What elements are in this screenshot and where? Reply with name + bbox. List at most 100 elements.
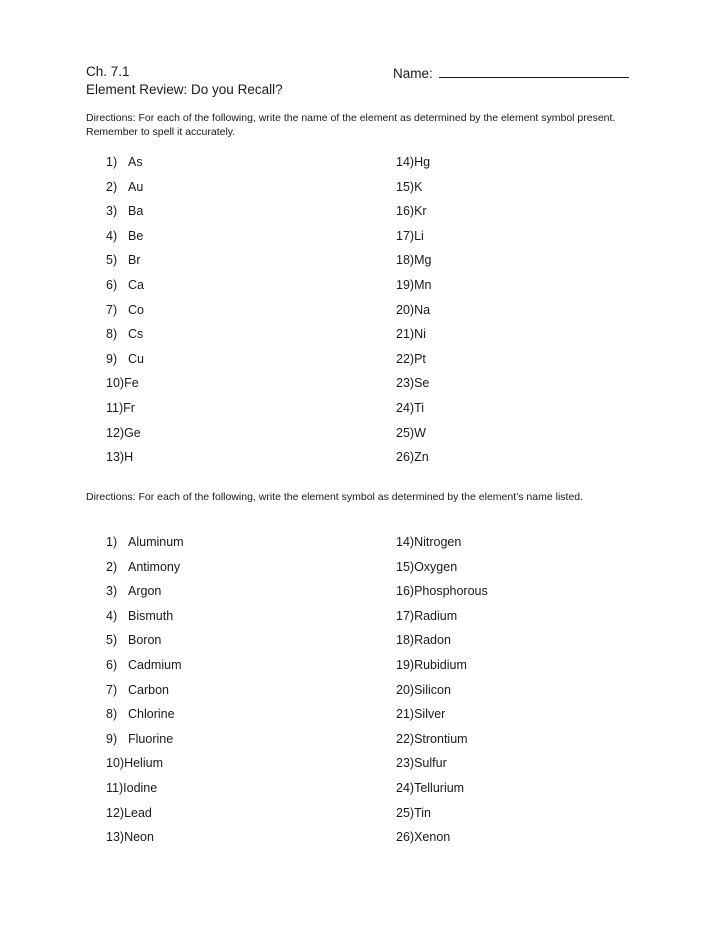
item-number: 2)	[106, 179, 118, 194]
item-text: Ti	[414, 401, 425, 415]
item-text: Helium	[124, 756, 163, 771]
item-number: 18)	[396, 253, 415, 268]
list-item: 25)Tin	[396, 806, 431, 820]
item-text: Rubidium	[414, 658, 467, 672]
item-number: 11)	[106, 401, 124, 415]
item-text: Ca	[128, 278, 144, 292]
item-number: 23)	[396, 756, 415, 771]
list-item: 4) Bismuth	[106, 609, 173, 623]
item-text: H	[124, 450, 134, 465]
item-text: Na	[414, 302, 431, 317]
item-number: 20)	[396, 302, 415, 317]
list-item: 11)Iodine	[106, 781, 157, 795]
list-item: 20)Na	[396, 303, 430, 317]
item-text: Ni	[414, 327, 426, 342]
list-item: 7) Co	[106, 303, 144, 317]
list-item: 20)Silicon	[396, 683, 451, 697]
item-text: Bismuth	[128, 608, 174, 623]
item-number: 13)	[106, 450, 125, 465]
item-text: Cs	[128, 327, 144, 342]
item-number: 5)	[106, 633, 118, 648]
list-item: 21)Ni	[396, 327, 426, 341]
item-text: Ge	[124, 425, 141, 440]
list-item: 17)Radium	[396, 609, 457, 623]
list-item: 25)W	[396, 426, 426, 440]
item-number: 22)	[396, 731, 415, 746]
list-item: 15)Oxygen	[396, 560, 457, 574]
item-text: Tellurium	[414, 781, 465, 795]
item-text: Li	[414, 228, 424, 243]
item-number: 18)	[396, 633, 415, 648]
item-text: Fluorine	[128, 731, 174, 746]
item-number: 9)	[106, 731, 118, 746]
item-text: Neon	[124, 830, 154, 845]
item-text: Chlorine	[128, 707, 175, 722]
item-text: Mn	[414, 278, 432, 292]
item-number: 9)	[106, 351, 118, 366]
list-item: 6) Cadmium	[106, 658, 182, 672]
item-text: Radon	[414, 633, 451, 648]
section1-directions: Directions: For each of the following, w…	[86, 112, 616, 138]
item-number: 19)	[396, 278, 415, 292]
list-item: 19)Rubidium	[396, 658, 467, 672]
list-item: 1) As	[106, 155, 143, 169]
item-number: 24)	[396, 781, 415, 795]
list-item: 8) Cs	[106, 327, 143, 341]
list-item: 15)K	[396, 180, 422, 194]
list-item: 24)Ti	[396, 401, 424, 415]
item-number: 4)	[106, 228, 118, 243]
item-number: 26)	[396, 830, 415, 845]
item-number: 6)	[106, 658, 118, 672]
item-text: Fr	[123, 401, 135, 415]
item-number: 6)	[106, 278, 118, 292]
list-item: 19)Mn	[396, 278, 431, 292]
item-number: 21)	[396, 327, 415, 342]
list-item: 5) Boron	[106, 633, 161, 647]
item-number: 3)	[106, 584, 118, 599]
list-item: 2) Au	[106, 180, 143, 194]
item-text: Lead	[124, 805, 152, 820]
item-number: 12)	[106, 425, 125, 440]
item-number: 7)	[106, 682, 118, 697]
chapter-label: Ch. 7.1	[86, 64, 130, 79]
list-item: 17)Li	[396, 229, 424, 243]
item-number: 11)	[106, 781, 124, 795]
item-text: W	[414, 425, 426, 440]
item-number: 5)	[106, 253, 118, 268]
item-number: 16)	[396, 584, 415, 599]
item-number: 25)	[396, 425, 415, 440]
item-number: 1)	[106, 155, 118, 169]
item-text: Mg	[414, 253, 432, 268]
name-blank-line[interactable]	[438, 64, 629, 78]
list-item: 10)Fe	[106, 376, 139, 390]
item-text: Cadmium	[128, 658, 182, 672]
item-text: Br	[128, 253, 141, 268]
item-text: Co	[128, 302, 144, 317]
item-number: 13)	[106, 830, 125, 845]
item-number: 16)	[396, 204, 415, 219]
list-item: 14)Hg	[396, 155, 430, 169]
item-number: 14)	[396, 535, 415, 549]
item-text: Iodine	[123, 781, 158, 795]
list-item: 7) Carbon	[106, 683, 169, 697]
section2-directions: Directions: For each of the following, w…	[86, 491, 584, 503]
item-number: 22)	[396, 351, 415, 366]
item-text: Au	[128, 179, 144, 194]
item-number: 23)	[396, 376, 415, 391]
list-item: 22)Pt	[396, 352, 426, 366]
item-text: Aluminum	[128, 535, 184, 549]
item-text: Sulfur	[414, 756, 447, 771]
item-text: Silicon	[414, 682, 451, 697]
worksheet-title: Element Review: Do you Recall?	[86, 82, 283, 97]
list-item: 1) Aluminum	[106, 535, 184, 549]
list-item: 16)Phosphorous	[396, 584, 488, 598]
item-text: Carbon	[128, 682, 169, 697]
item-text: Nitrogen	[414, 535, 462, 549]
list-item: 23)Se	[396, 376, 429, 390]
list-item: 6) Ca	[106, 278, 144, 292]
list-item: 3) Argon	[106, 584, 161, 598]
list-item: 16)Kr	[396, 204, 427, 218]
item-number: 19)	[396, 658, 415, 672]
item-text: Strontium	[414, 731, 468, 746]
item-number: 4)	[106, 608, 118, 623]
